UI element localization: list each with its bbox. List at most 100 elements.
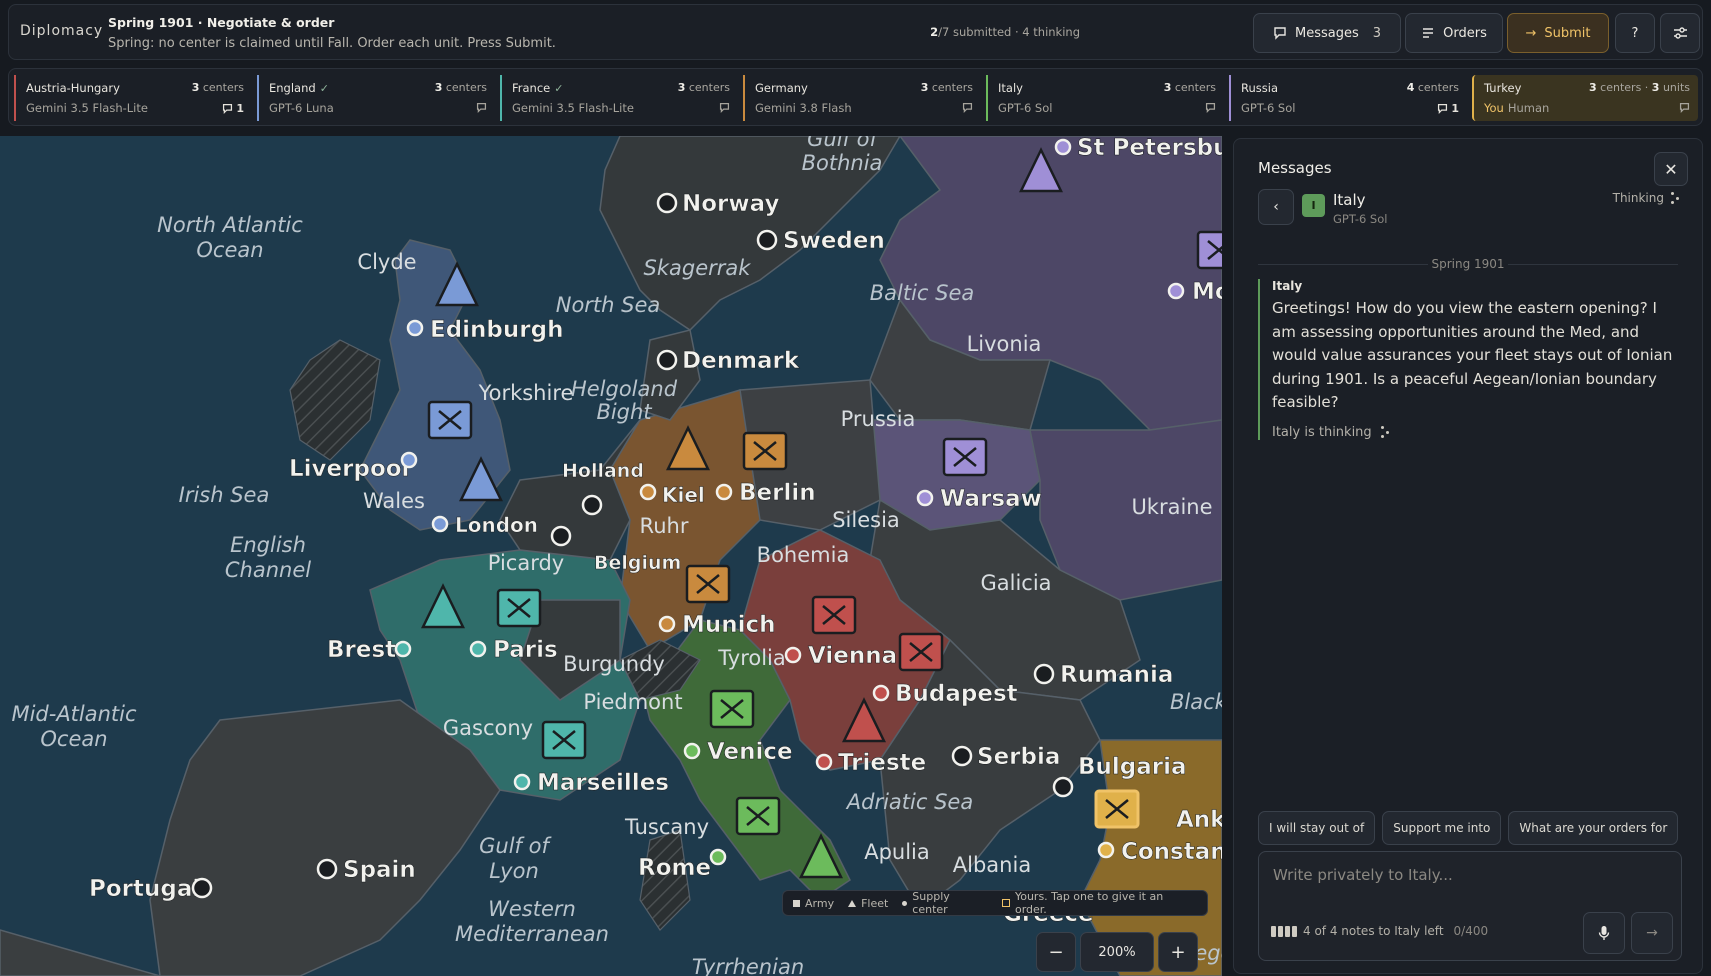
zoom-level[interactable]: 200% [1080,932,1154,972]
legend-fleet: Fleet [848,897,888,910]
supply-center[interactable] [715,483,733,501]
message-input[interactable] [1271,862,1655,888]
power-card-england[interactable]: England ✓ GPT-6 Luna 3 centers [257,75,495,121]
top-bar: Diplomacy Spring 1901 · Negotiate & orde… [8,4,1703,60]
supply-center[interactable] [872,684,890,702]
supply-center[interactable] [406,319,424,337]
sea-label: Mid-Atlantic [11,702,137,726]
messages-button[interactable]: Messages 3 [1253,13,1401,53]
zoom-in-button[interactable]: + [1158,932,1198,972]
army-unit[interactable] [685,564,731,604]
supply-center[interactable] [656,192,678,214]
sea-label: Adriatic Sea [845,790,973,814]
army-unit[interactable] [898,632,944,672]
power-messages: 1 [222,102,244,115]
power-card-russia[interactable]: Russia GPT-6 Sol 4 centers 1 [1229,75,1467,121]
help-button[interactable]: ? [1615,13,1655,53]
supply-center[interactable] [581,494,603,516]
send-button[interactable]: → [1631,912,1673,954]
supply-center[interactable] [431,515,449,533]
settings-button[interactable] [1660,13,1700,53]
army-unit[interactable] [541,720,587,760]
supply-center[interactable] [191,877,213,899]
game-map[interactable]: North Atlantic Ocean Gulf of Bothnia Ska… [0,136,1222,976]
message-icon [1274,27,1286,40]
quick-reply-chip[interactable]: What are your orders for [1508,811,1679,845]
supply-center[interactable] [656,349,678,371]
submit-button[interactable]: → Submit [1507,13,1609,53]
legend-supply: Supply center [902,890,988,916]
supply-center[interactable] [784,646,802,664]
map-svg[interactable]: North Atlantic Ocean Gulf of Bothnia Ska… [0,136,1222,976]
supply-center[interactable] [683,742,701,760]
supply-center[interactable] [394,640,412,658]
supply-center[interactable] [316,858,338,880]
supply-center[interactable] [1167,282,1185,300]
army-unit[interactable] [1196,230,1222,270]
message-icon [1438,103,1448,114]
supply-center[interactable] [916,489,934,507]
power-card-turkey[interactable]: Turkey You Human 3 centers · 3 units [1472,75,1698,121]
power-card-germany[interactable]: Germany Gemini 3.8 Flash 3 centers [743,75,981,121]
land-label: Albania [953,853,1031,877]
sc-label: Portugal [89,876,200,902]
supply-center[interactable] [1052,776,1074,798]
army-unit[interactable] [427,400,473,440]
supply-center[interactable] [815,753,833,771]
sc-label: Kiel [662,483,705,507]
supply-center[interactable] [513,773,531,791]
supply-center[interactable] [756,229,778,251]
power-card-austria[interactable]: Austria-Hungary Gemini 3.5 Flash-Lite 3 … [14,75,252,121]
supply-center[interactable] [550,525,572,547]
army-unit[interactable] [496,588,542,628]
army-unit[interactable] [735,796,781,836]
supply-center[interactable] [951,745,973,767]
supply-center[interactable] [400,451,418,469]
voice-button[interactable] [1583,912,1625,954]
sc-label: St Petersburg [1077,136,1222,161]
supply-center[interactable] [1054,138,1072,156]
power-card-italy[interactable]: Italy GPT-6 Sol 3 centers [986,75,1224,121]
sc-label: Moscow [1192,279,1222,305]
sc-label: Warsaw [940,486,1042,512]
power-card-france[interactable]: France ✓ Gemini 3.5 Flash-Lite 3 centers [500,75,738,121]
sea-label: Gulf of [807,136,880,151]
sc-label: Edinburgh [430,317,563,343]
submitted-check-icon: ✓ [554,82,564,95]
sea-label: Western [488,897,576,921]
sc-label: Paris [493,637,558,663]
power-name: France ✓ [512,81,563,95]
power-centers: 3 centers [192,81,244,94]
typing-indicator: Italy is thinking [1272,425,1678,440]
supply-center[interactable] [469,640,487,658]
supply-center[interactable] [1097,841,1115,859]
supply-center[interactable] [709,848,727,866]
army-unit[interactable] [811,595,857,635]
supply-center[interactable] [639,483,657,501]
power-model: GPT-6 Sol [998,101,1053,115]
orders-button[interactable]: Orders [1405,13,1503,53]
thinking-icon [1380,425,1390,439]
army-unit[interactable] [942,437,988,477]
quick-reply-chip[interactable]: I will stay out of [1258,811,1376,845]
close-button[interactable]: ✕ [1654,152,1688,186]
submitted-check-icon: ✓ [319,82,329,95]
sc-label: Bulgaria [1078,754,1187,780]
sea-label: English [230,533,306,557]
back-button[interactable]: ‹ [1258,189,1294,225]
land-label: Yorkshire [478,381,574,405]
power-name: Austria-Hungary [26,81,120,95]
supply-center[interactable] [658,615,676,633]
army-unit[interactable] [742,431,788,471]
power-name-text: Italy [998,81,1023,95]
land-label: Clyde [357,250,416,274]
separator-label: Spring 1901 [1431,257,1505,271]
sc-label: Sweden [783,228,885,254]
quick-reply-chip[interactable]: Support me into [1382,811,1502,845]
zoom-out-button[interactable]: − [1036,932,1076,972]
supply-center[interactable] [1033,663,1055,685]
army-unit[interactable] [709,689,755,729]
message-bubble: Italy Greetings! How do you view the eas… [1258,279,1678,440]
power-name: Germany [755,81,808,95]
army-unit-yours[interactable] [1094,789,1140,829]
